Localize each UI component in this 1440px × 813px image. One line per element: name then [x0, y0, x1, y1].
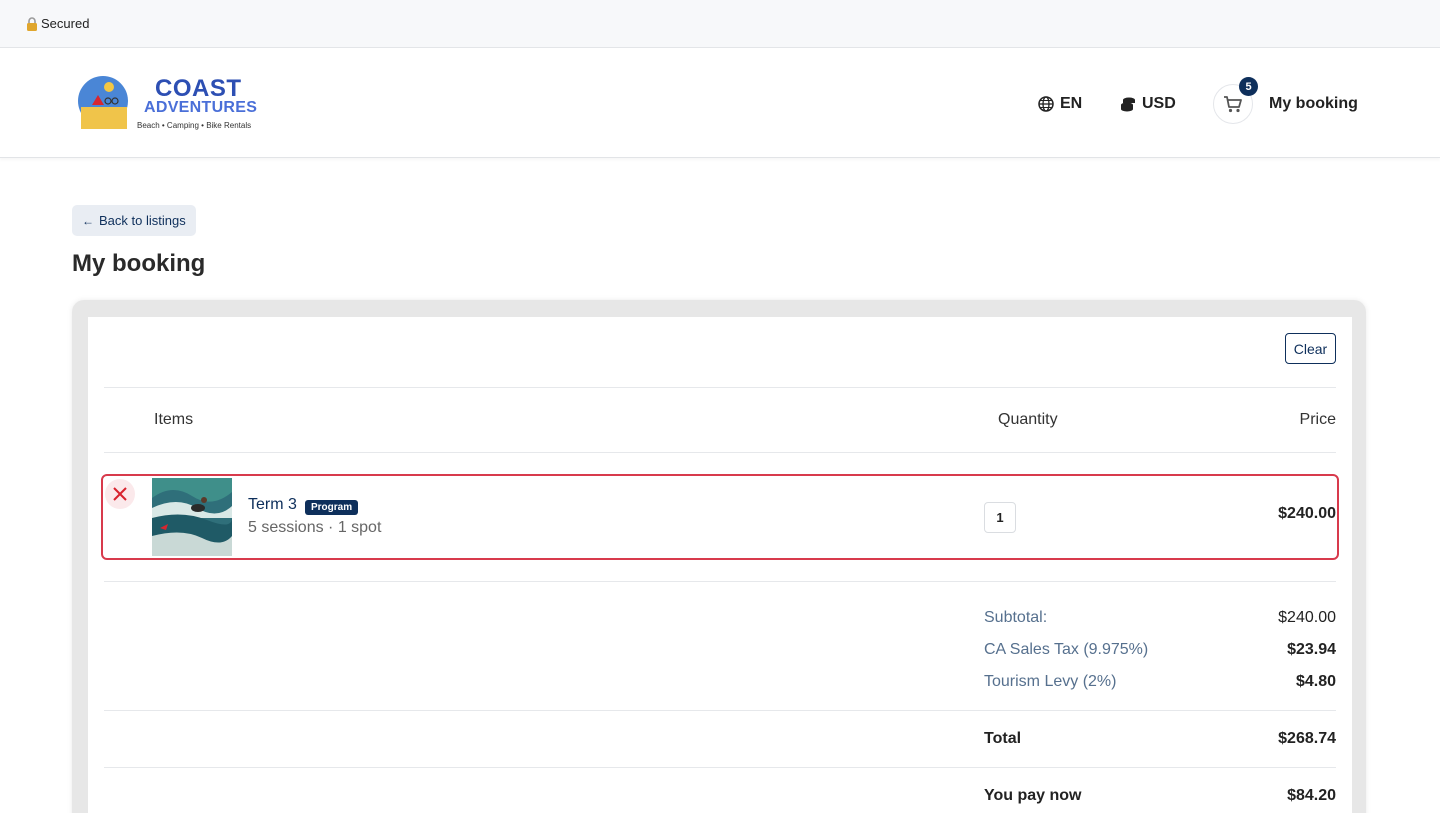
tax-label: CA Sales Tax (9.975%) — [984, 641, 1149, 658]
logo-subtitle: ADVENTURES — [144, 99, 258, 116]
secured-label: Secured — [41, 16, 90, 31]
language-label: EN — [1060, 94, 1083, 112]
arrow-left-icon: ← — [82, 213, 94, 228]
divider — [104, 767, 1336, 768]
quantity-field[interactable]: 1 — [984, 502, 1016, 533]
levy-value: $4.80 — [1295, 673, 1336, 690]
total-value: $268.74 — [1278, 730, 1336, 747]
currency-label: USD — [1142, 94, 1176, 112]
tax-value: $23.94 — [1287, 641, 1336, 658]
clear-button[interactable]: Clear — [1285, 333, 1336, 364]
column-header-quantity: Quantity — [998, 411, 1058, 428]
subtotal-label: Subtotal: — [984, 609, 1048, 626]
booking-card — [88, 317, 1352, 813]
close-icon — [113, 487, 127, 501]
item-type-badge: Program — [305, 500, 359, 515]
item-thumbnail[interactable] — [152, 478, 232, 556]
site-header: COAST ADVENTURES Beach • Camping • Bike … — [0, 49, 1440, 158]
divider — [104, 452, 1336, 453]
my-booking-link[interactable]: My booking — [1269, 49, 1358, 158]
item-name-link[interactable]: Term 3 — [248, 496, 297, 514]
cart-count-badge: 5 — [1239, 77, 1258, 96]
subtotal-value: $240.00 — [1278, 609, 1336, 626]
divider — [104, 710, 1336, 711]
cart-icon — [1224, 96, 1242, 113]
item-meta: 5 sessions · 1 spot — [248, 519, 382, 536]
page-title: My booking — [72, 250, 206, 277]
logo-title: COAST — [155, 75, 242, 102]
logo-badge-icon — [78, 76, 128, 129]
divider — [104, 581, 1336, 582]
globe-icon — [1038, 95, 1054, 112]
levy-label: Tourism Levy (2%) — [984, 673, 1117, 690]
total-label: Total — [984, 730, 1022, 747]
back-label: Back to listings — [99, 213, 186, 228]
back-to-listings-button[interactable]: ← Back to listings — [72, 205, 196, 236]
table-row — [101, 474, 1339, 560]
remove-item-button[interactable] — [105, 479, 135, 509]
pay-now-value: $84.20 — [1287, 787, 1336, 804]
currency-selector[interactable]: USD — [1120, 49, 1176, 158]
coins-icon — [1121, 97, 1135, 111]
site-logo[interactable]: COAST ADVENTURES Beach • Camping • Bike … — [76, 75, 266, 133]
divider — [104, 387, 1336, 388]
language-selector[interactable]: EN — [1038, 49, 1082, 158]
item-price: $240.00 — [1278, 505, 1336, 522]
logo-tagline: Beach • Camping • Bike Rentals — [137, 121, 252, 130]
column-header-items: Items — [154, 411, 194, 428]
secure-bar: Secured — [0, 0, 1440, 48]
lock-icon — [26, 16, 38, 31]
pay-now-label: You pay now — [984, 787, 1082, 804]
column-header-price: Price — [1299, 411, 1336, 428]
